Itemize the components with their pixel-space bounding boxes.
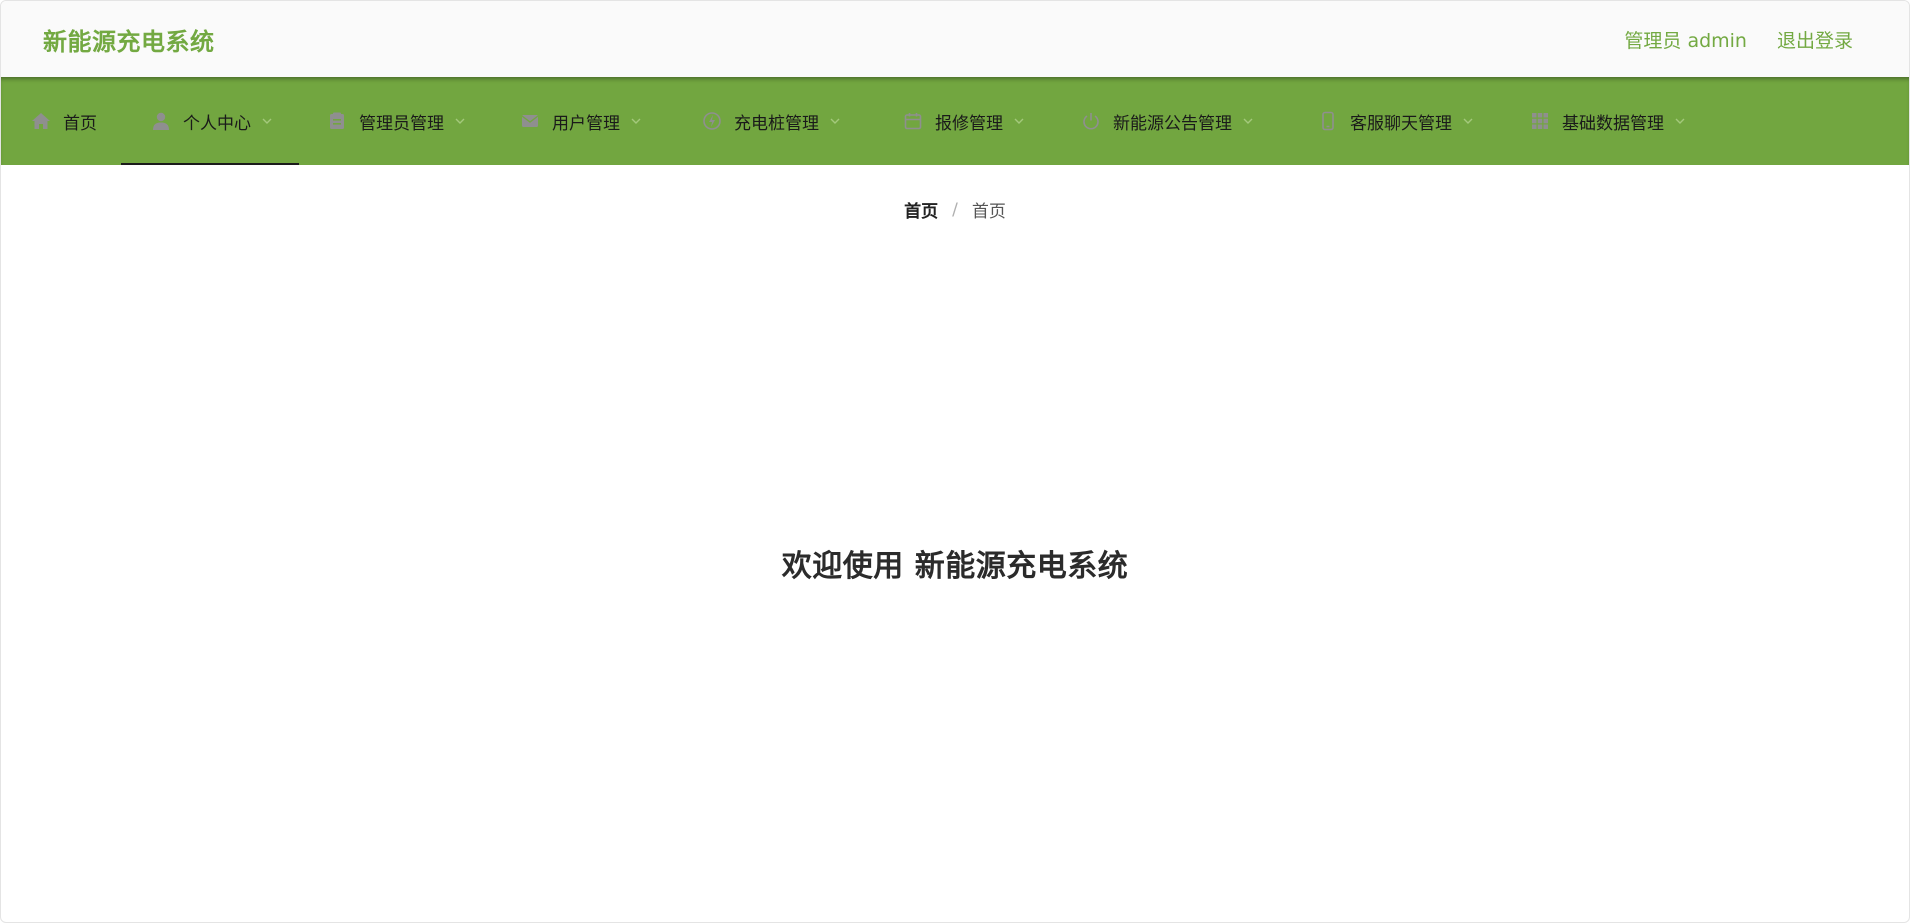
chevron-down-icon — [1242, 115, 1254, 127]
breadcrumb-separator: / — [952, 199, 958, 220]
breadcrumb-current: 首页 — [971, 202, 1006, 222]
nav-item-repair-management[interactable]: 报修管理 — [903, 77, 1025, 165]
chevron-down-icon — [1674, 115, 1686, 127]
nav-item-user-management[interactable]: 用户管理 — [520, 77, 642, 165]
nav-item-label: 管理员管理 — [359, 113, 444, 134]
admin-card-icon — [327, 111, 347, 131]
nav-item-label: 新能源公告管理 — [1113, 113, 1232, 134]
nav-item-label: 用户管理 — [552, 113, 620, 134]
logout-button[interactable]: 退出登录 — [1777, 26, 1853, 53]
nav-item-label: 基础数据管理 — [1562, 113, 1664, 134]
nav-item-home[interactable]: 首页 — [31, 77, 97, 165]
charger-icon — [702, 111, 722, 131]
power-icon — [1081, 111, 1101, 131]
home-icon — [31, 111, 51, 131]
chevron-down-icon — [630, 115, 642, 127]
nav-item-announcement-management[interactable]: 新能源公告管理 — [1081, 77, 1254, 165]
nav-item-label: 客服聊天管理 — [1350, 113, 1452, 134]
nav-item-admin-management[interactable]: 管理员管理 — [327, 77, 466, 165]
chevron-down-icon — [261, 115, 273, 127]
current-user-label[interactable]: 管理员 admin — [1624, 26, 1747, 53]
chevron-down-icon — [829, 115, 841, 127]
nav-item-charger-management[interactable]: 充电桩管理 — [702, 77, 841, 165]
nav-item-chat-management[interactable]: 客服聊天管理 — [1318, 77, 1474, 165]
chevron-down-icon — [454, 115, 466, 127]
nav-item-label: 充电桩管理 — [734, 113, 819, 134]
nav-item-label: 首页 — [63, 113, 97, 134]
nav-item-label: 报修管理 — [935, 113, 1003, 134]
nav-item-label: 个人中心 — [183, 113, 251, 134]
chevron-down-icon — [1462, 115, 1474, 127]
phone-icon — [1318, 111, 1338, 131]
breadcrumb-home-link[interactable]: 首页 — [904, 197, 938, 222]
welcome-heading: 欢迎使用 新能源充电系统 — [781, 549, 1129, 584]
header-actions: 管理员 admin 退出登录 — [1624, 26, 1853, 53]
nav-item-personal-center[interactable]: 个人中心 — [121, 77, 299, 165]
breadcrumb: 首页 / 首页 — [1, 197, 1909, 223]
top-header: 新能源充电系统 管理员 admin 退出登录 — [1, 1, 1909, 77]
main-nav: 首页 个人中心 管理员管理 用户管理 充电桩管理 报修管理 新能源公告管理 客服… — [1, 77, 1909, 165]
app-title: 新能源充电系统 — [43, 27, 215, 56]
users-icon — [520, 111, 540, 131]
app-window: 新能源充电系统 管理员 admin 退出登录 首页 个人中心 管理员管理 用户管… — [0, 0, 1910, 923]
user-icon — [151, 111, 171, 131]
calendar-icon — [903, 111, 923, 131]
chevron-down-icon — [1013, 115, 1025, 127]
nav-item-base-data-management[interactable]: 基础数据管理 — [1530, 77, 1686, 165]
grid-icon — [1530, 111, 1550, 131]
